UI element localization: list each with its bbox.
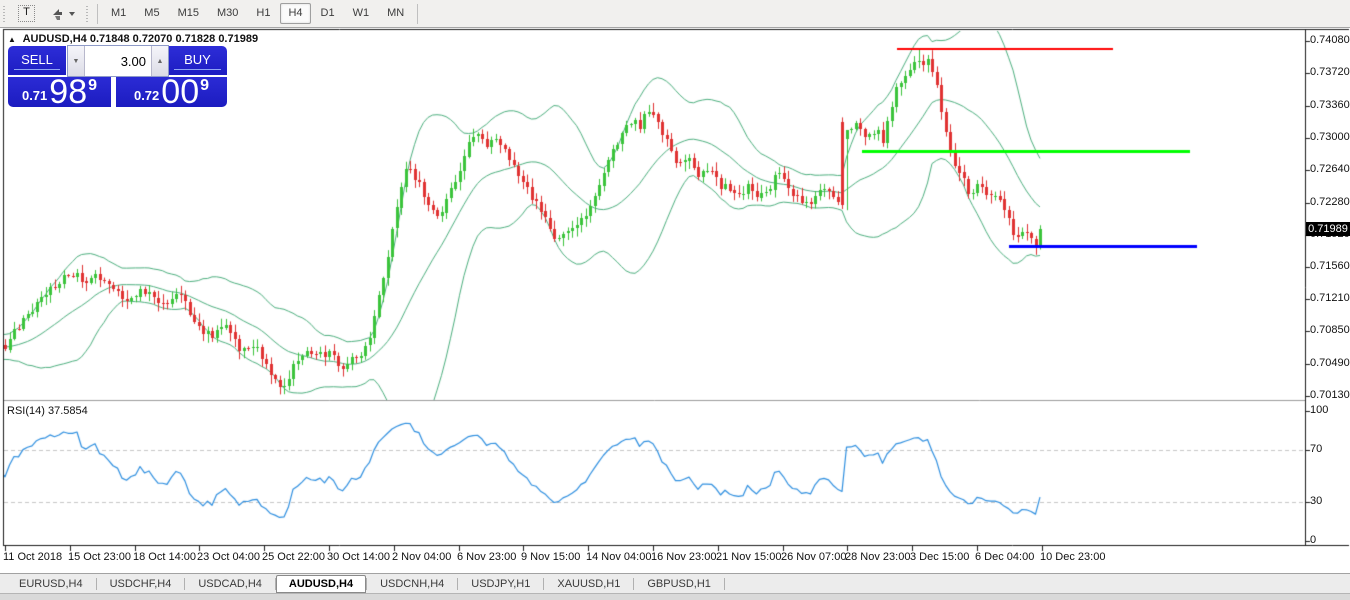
chart-tab-gbpusd-h1[interactable]: GBPUSD,H1	[634, 575, 724, 593]
buy-price-display[interactable]: 0.72009	[116, 77, 227, 107]
text-tool-button[interactable]: T	[11, 3, 42, 24]
price-tick-label: 0.74080	[1310, 34, 1350, 46]
timeframe-toolbar: M1M5M15M30H1H4D1W1MN	[102, 3, 413, 24]
time-tick-label: 3 Dec 15:00	[910, 551, 969, 563]
time-tick-label: 10 Dec 23:00	[1040, 551, 1105, 563]
chart-tab-usdchf-h4[interactable]: USDCHF,H4	[97, 575, 185, 593]
volume-input[interactable]	[85, 46, 151, 76]
time-tick-label: 16 Nov 23:00	[651, 551, 716, 563]
arrow-objects-icon	[51, 7, 65, 21]
ohlc-high: 0.72070	[133, 33, 173, 45]
price-tick-label: 0.73360	[1310, 99, 1350, 111]
price-tick-label: 0.71560	[1310, 260, 1350, 272]
chart-tab-usdcad-h4[interactable]: USDCAD,H4	[185, 575, 275, 593]
price-tick-label: 0.72640	[1310, 163, 1350, 175]
time-tick-label: 30 Oct 14:00	[327, 551, 390, 563]
timeframe-button-m30[interactable]: M30	[209, 3, 246, 24]
mt4-window: T M1M5M15M30H1H4D1W1MN ▲ AUDUSD,H4 0.718…	[0, 0, 1350, 600]
buy-button-label: BUY	[184, 52, 211, 67]
price-tick-label: 0.70850	[1310, 324, 1350, 336]
price-tick-label: 0.70490	[1310, 357, 1350, 369]
sell-price-display[interactable]: 0.71989	[8, 77, 111, 107]
rsi-indicator-label: RSI(14) 37.5854	[7, 405, 88, 417]
time-tick-label: 26 Nov 07:00	[781, 551, 846, 563]
time-tick-label: 15 Oct 23:00	[68, 551, 131, 563]
timeframe-button-mn[interactable]: MN	[379, 3, 412, 24]
timeframe-button-h1[interactable]: H1	[248, 3, 278, 24]
toolbar-grip2[interactable]	[85, 5, 89, 23]
chart-tab-xauusd-h1[interactable]: XAUUSD,H1	[544, 575, 633, 593]
timeframe-button-w1[interactable]: W1	[345, 3, 378, 24]
time-tick-label: 28 Nov 23:00	[845, 551, 910, 563]
time-tick-label: 14 Nov 04:00	[586, 551, 651, 563]
ohlc-open: 0.71848	[90, 33, 130, 45]
rsi-tick-label: 70	[1310, 443, 1322, 455]
chart-tab-bar: EURUSD,H4USDCHF,H4USDCAD,H4AUDUSD,H4USDC…	[0, 573, 1350, 593]
price-tick-label: 0.73720	[1310, 66, 1350, 78]
chart-tab-audusd-h4[interactable]: AUDUSD,H4	[276, 575, 366, 593]
timeframe-button-m15[interactable]: M15	[170, 3, 207, 24]
buy-button[interactable]: BUY	[168, 46, 227, 75]
one-click-trading-panel: SELL ▼ ▲ BUY 0.71989 0.72009	[8, 45, 227, 107]
time-tick-label: 6 Nov 23:00	[457, 551, 516, 563]
toolbar-separator	[97, 4, 98, 24]
buy-underline	[174, 69, 220, 70]
buy-price-big: 00	[161, 78, 199, 106]
chart-symbol: AUDUSD,H4	[23, 33, 87, 45]
tab-separator	[724, 578, 725, 590]
toolbar: T M1M5M15M30H1H4D1W1MN	[0, 0, 1350, 28]
timeframe-button-m5[interactable]: M5	[136, 3, 167, 24]
chart-tab-usdcnh-h4[interactable]: USDCNH,H4	[367, 575, 457, 593]
volume-control: ▼ ▲	[67, 45, 169, 77]
sell-price-big: 98	[49, 78, 87, 106]
time-tick-label: 9 Nov 15:00	[521, 551, 580, 563]
time-tick-label: 23 Oct 04:00	[197, 551, 260, 563]
dropdown-caret-icon	[69, 12, 75, 16]
volume-increase-button[interactable]: ▲	[151, 46, 168, 76]
buy-price-sup: 9	[200, 77, 209, 95]
price-tick-label: 0.71210	[1310, 292, 1350, 304]
current-price-tag: 0.71989	[1306, 222, 1350, 236]
toolbar-separator2	[417, 4, 418, 24]
chart-title: ▲ AUDUSD,H4 0.71848 0.72070 0.71828 0.71…	[8, 33, 258, 45]
time-tick-label: 2 Nov 04:00	[392, 551, 451, 563]
tabs-container: EURUSD,H4USDCHF,H4USDCAD,H4AUDUSD,H4USDC…	[6, 575, 725, 593]
time-tick-label: 25 Oct 22:00	[262, 551, 325, 563]
collapse-icon[interactable]: ▲	[8, 35, 16, 44]
time-tick-label: 11 Oct 2018	[3, 551, 62, 563]
bottom-scroll-strip[interactable]	[0, 593, 1350, 600]
timeframe-button-m1[interactable]: M1	[103, 3, 134, 24]
rsi-tick-label: 30	[1310, 495, 1322, 507]
toolbar-grip[interactable]	[2, 5, 6, 23]
sell-underline	[14, 69, 59, 70]
sell-price-prefix: 0.71	[22, 88, 47, 103]
rsi-tick-label: 100	[1310, 404, 1328, 416]
sell-button[interactable]: SELL	[8, 46, 66, 75]
chart-tab-eurusd-h4[interactable]: EURUSD,H4	[6, 575, 96, 593]
price-tick-label: 0.70130	[1310, 389, 1350, 401]
volume-decrease-button[interactable]: ▼	[68, 46, 85, 76]
arrow-objects-button[interactable]	[44, 3, 82, 24]
time-tick-label: 18 Oct 14:00	[133, 551, 196, 563]
price-tick-label: 0.72280	[1310, 196, 1350, 208]
text-tool-icon: T	[18, 5, 35, 22]
time-tick-label: 21 Nov 15:00	[716, 551, 781, 563]
timeframe-button-d1[interactable]: D1	[313, 3, 343, 24]
time-tick-label: 6 Dec 04:00	[975, 551, 1034, 563]
rsi-tick-label: 0	[1310, 534, 1316, 546]
sell-button-label: SELL	[21, 52, 53, 67]
buy-price-prefix: 0.72	[134, 88, 159, 103]
chart-tab-usdjpy-h1[interactable]: USDJPY,H1	[458, 575, 543, 593]
timeframe-button-h4[interactable]: H4	[280, 3, 310, 24]
sell-price-sup: 9	[88, 77, 97, 95]
price-tick-label: 0.73000	[1310, 131, 1350, 143]
ohlc-close: 0.71989	[218, 33, 258, 45]
ohlc-low: 0.71828	[175, 33, 215, 45]
